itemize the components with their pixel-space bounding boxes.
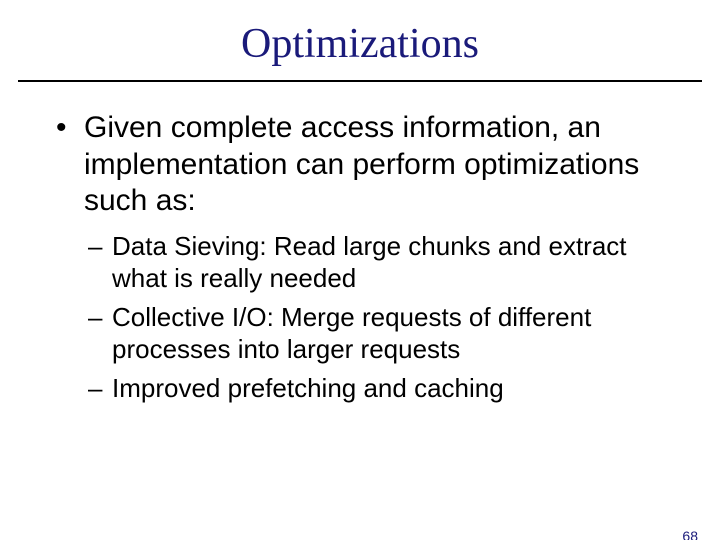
sub-bullet-item: Improved prefetching and caching (84, 372, 672, 405)
bullet-text: Given complete access information, an im… (84, 111, 639, 217)
sub-bullet-item: Collective I/O: Merge requests of differ… (84, 301, 672, 366)
sub-bullet-item: Data Sieving: Read large chunks and extr… (84, 230, 672, 295)
bullet-item: Given complete access information, an im… (48, 110, 672, 404)
slide-body: Given complete access information, an im… (0, 110, 720, 404)
page-number: 68 (682, 528, 698, 540)
sub-bullet-list: Data Sieving: Read large chunks and extr… (84, 230, 672, 405)
title-divider (18, 80, 702, 82)
bullet-list: Given complete access information, an im… (48, 110, 672, 404)
slide: Optimizations Given complete access info… (0, 20, 720, 540)
slide-title: Optimizations (0, 20, 720, 68)
